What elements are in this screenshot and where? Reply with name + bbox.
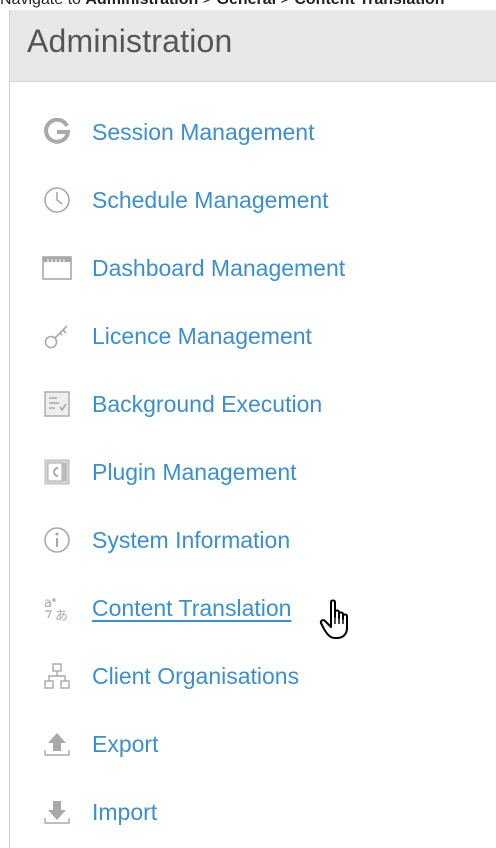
plugin-icon [42, 457, 72, 487]
menu-item-system-information[interactable]: System Information [42, 520, 290, 560]
menu-item-label: Dashboard Management [92, 254, 346, 281]
dashboard-icon [42, 253, 72, 283]
checklist-icon [42, 389, 72, 419]
hand-cursor-icon [319, 599, 348, 639]
menu-item-label: System Information [92, 526, 291, 553]
menu-item-label: Client Organisations [92, 662, 300, 689]
menu-item-import[interactable]: Import [42, 792, 157, 832]
panel-header: Administration [10, 10, 496, 82]
menu-item-plugin-management[interactable]: Plugin Management [42, 452, 297, 492]
key-icon [42, 321, 72, 351]
menu-item-label: Export [92, 730, 159, 757]
panel-title: Administration [27, 23, 233, 59]
administration-panel: Administration Session Management Schedu… [9, 10, 496, 848]
menu-item-label: Session Management [92, 118, 315, 145]
instruction-caption: Navigate to Administration > General > C… [0, 0, 496, 9]
menu-item-client-organisations[interactable]: Client Organisations [42, 656, 299, 696]
session-icon [42, 117, 72, 147]
caption-part-administration: Administration [85, 0, 198, 8]
menu-item-label: Background Execution [92, 390, 323, 417]
org-chart-icon [42, 661, 72, 691]
menu-item-label: Plugin Management [92, 458, 297, 485]
caption-part-content-translation: Content Translation [294, 0, 444, 8]
export-icon [42, 729, 72, 759]
menu-item-export[interactable]: Export [42, 724, 158, 764]
svg-text:a: a [44, 596, 52, 611]
import-icon [42, 797, 72, 827]
menu-item-label: Content Translation [92, 594, 292, 621]
menu-item-licence-management[interactable]: Licence Management [42, 316, 312, 356]
translate-icon: a あ [42, 593, 72, 623]
info-icon [42, 525, 72, 555]
menu-item-label: Import [92, 798, 158, 825]
caption-separator: > [276, 0, 294, 8]
menu-item-label: Licence Management [92, 322, 312, 349]
menu-item-session-management[interactable]: Session Management [42, 112, 314, 152]
caption-part-general: General [217, 0, 277, 8]
menu-item-schedule-management[interactable]: Schedule Management [42, 180, 329, 220]
menu-item-dashboard-management[interactable]: Dashboard Management [42, 248, 345, 288]
menu-item-background-execution[interactable]: Background Execution [42, 384, 322, 424]
clock-icon [42, 185, 72, 215]
svg-text:あ: あ [55, 609, 68, 622]
caption-separator: > [198, 0, 216, 8]
menu-item-label: Schedule Management [92, 186, 329, 213]
menu-item-content-translation[interactable]: a あ Content Translation [42, 588, 291, 628]
caption-prefix: Navigate to [0, 0, 85, 8]
